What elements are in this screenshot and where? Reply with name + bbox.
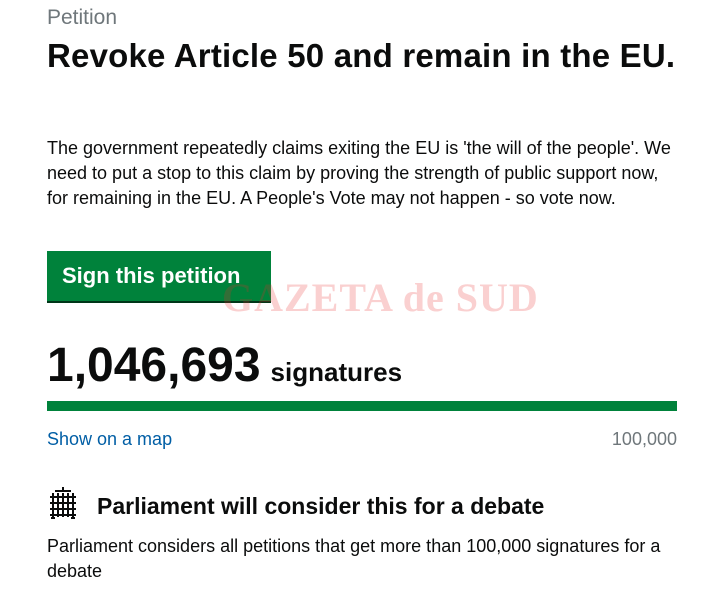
sign-petition-button[interactable]: Sign this petition — [47, 251, 271, 301]
debate-heading: Parliament will consider this for a deba… — [97, 493, 545, 519]
signature-count: 1,046,693 — [47, 339, 261, 392]
signature-threshold: 100,000 — [611, 429, 677, 449]
debate-description: Parliament considers all petitions that … — [47, 536, 661, 581]
signature-progress-bar — [47, 401, 677, 411]
petition-summary: The government repeatedly claims exiting… — [47, 138, 671, 208]
signature-count-row: 1,046,693 signatures — [47, 338, 402, 394]
portcullis-icon — [50, 487, 76, 519]
petition-title: Revoke Article 50 and remain in the EU. — [47, 37, 676, 74]
signature-progress-fill — [47, 401, 677, 411]
show-on-map-link[interactable]: Show on a map — [47, 428, 172, 450]
petition-kicker: Petition — [47, 6, 118, 29]
signature-count-label: signatures — [270, 357, 403, 387]
